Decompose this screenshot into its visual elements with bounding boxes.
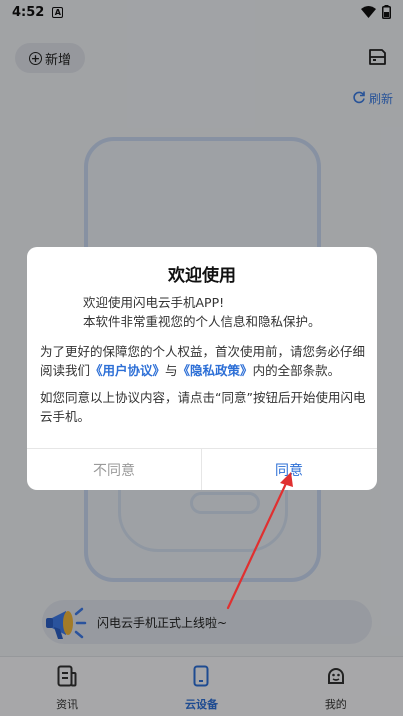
dialog-intro: 欢迎使用闪电云手机APP! 本软件非常重视您的个人信息和隐私保护。	[83, 293, 368, 331]
dialog-intro-line2: 本软件非常重视您的个人信息和隐私保护。	[83, 314, 321, 329]
agreement-text-part2: 内的全部条款。	[252, 363, 341, 378]
agree-button[interactable]: 同意	[202, 449, 376, 490]
dialog-title: 欢迎使用	[168, 266, 236, 286]
privacy-policy-link[interactable]: 《隐私政策》	[178, 363, 253, 378]
dialog-intro-line1: 欢迎使用闪电云手机APP!	[83, 295, 225, 310]
disagree-button[interactable]: 不同意	[27, 449, 201, 490]
dialog-consent-paragraph: 如您同意以上协议内容，请点击“同意”按钮后开始使用闪电云手机。	[40, 390, 366, 424]
agreement-and-text: 与	[165, 363, 178, 378]
dialog-agreement-paragraph: 为了更好的保障您的个人权益，首次使用前，请您务必仔细阅读我们《用户协议》与《隐私…	[40, 342, 370, 380]
user-agreement-link[interactable]: 《用户协议》	[90, 363, 165, 378]
privacy-consent-dialog: 欢迎使用 欢迎使用闪电云手机APP! 本软件非常重视您的个人信息和隐私保护。 为…	[27, 247, 377, 490]
